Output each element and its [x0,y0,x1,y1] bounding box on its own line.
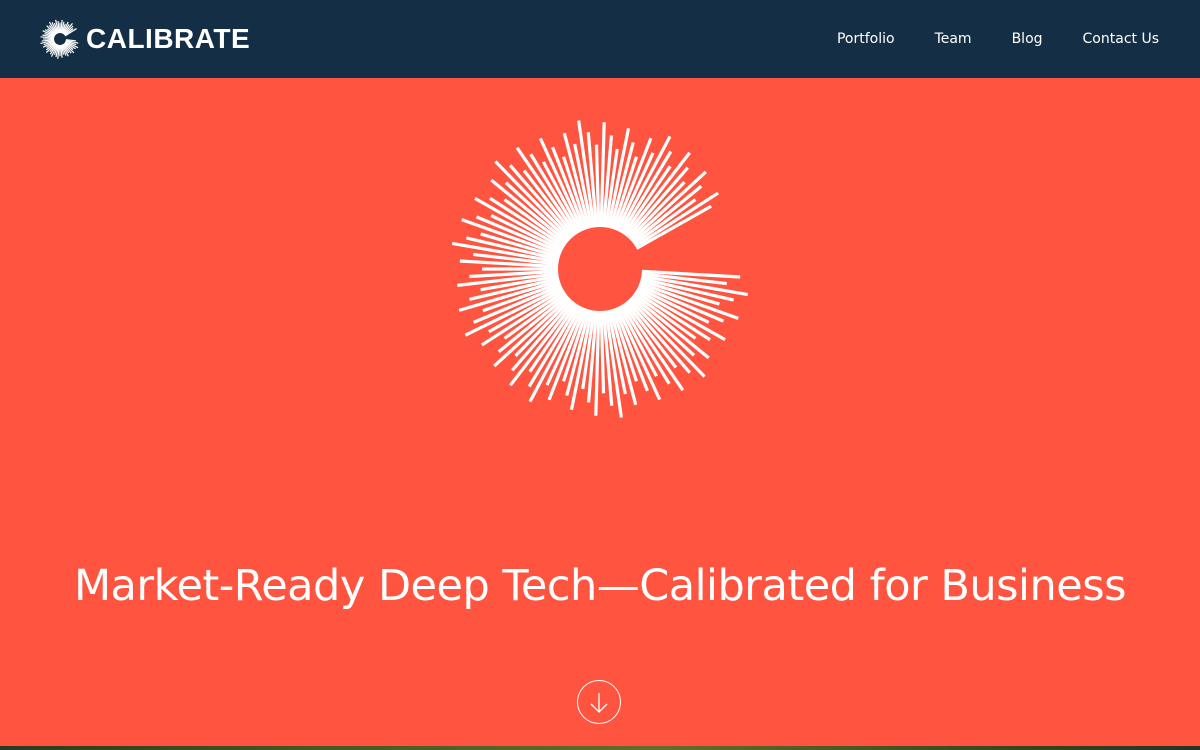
calibrate-logo-icon [40,19,79,59]
scroll-down-button[interactable] [577,680,621,724]
nav-link-contact-us[interactable]: Contact Us [1083,29,1159,49]
main-nav: Portfolio Team Blog Contact Us [797,0,1159,78]
nav-link-portfolio[interactable]: Portfolio [837,29,895,49]
site-header: CALIBRATE Portfolio Team Blog Contact Us [0,0,1200,78]
hero-section: Market-Ready Deep Tech—Calibrated for Bu… [0,78,1200,746]
brand-logo-link[interactable]: CALIBRATE [40,18,250,60]
next-section-edge [0,746,1200,750]
brand-name: CALIBRATE [86,23,251,54]
nav-link-blog[interactable]: Blog [1012,29,1043,49]
hero-title: Market-Ready Deep Tech—Calibrated for Bu… [73,561,1127,611]
arrow-down-icon [590,693,608,713]
nav-link-team[interactable]: Team [935,29,972,49]
calibrate-burst-c-icon [451,120,749,418]
